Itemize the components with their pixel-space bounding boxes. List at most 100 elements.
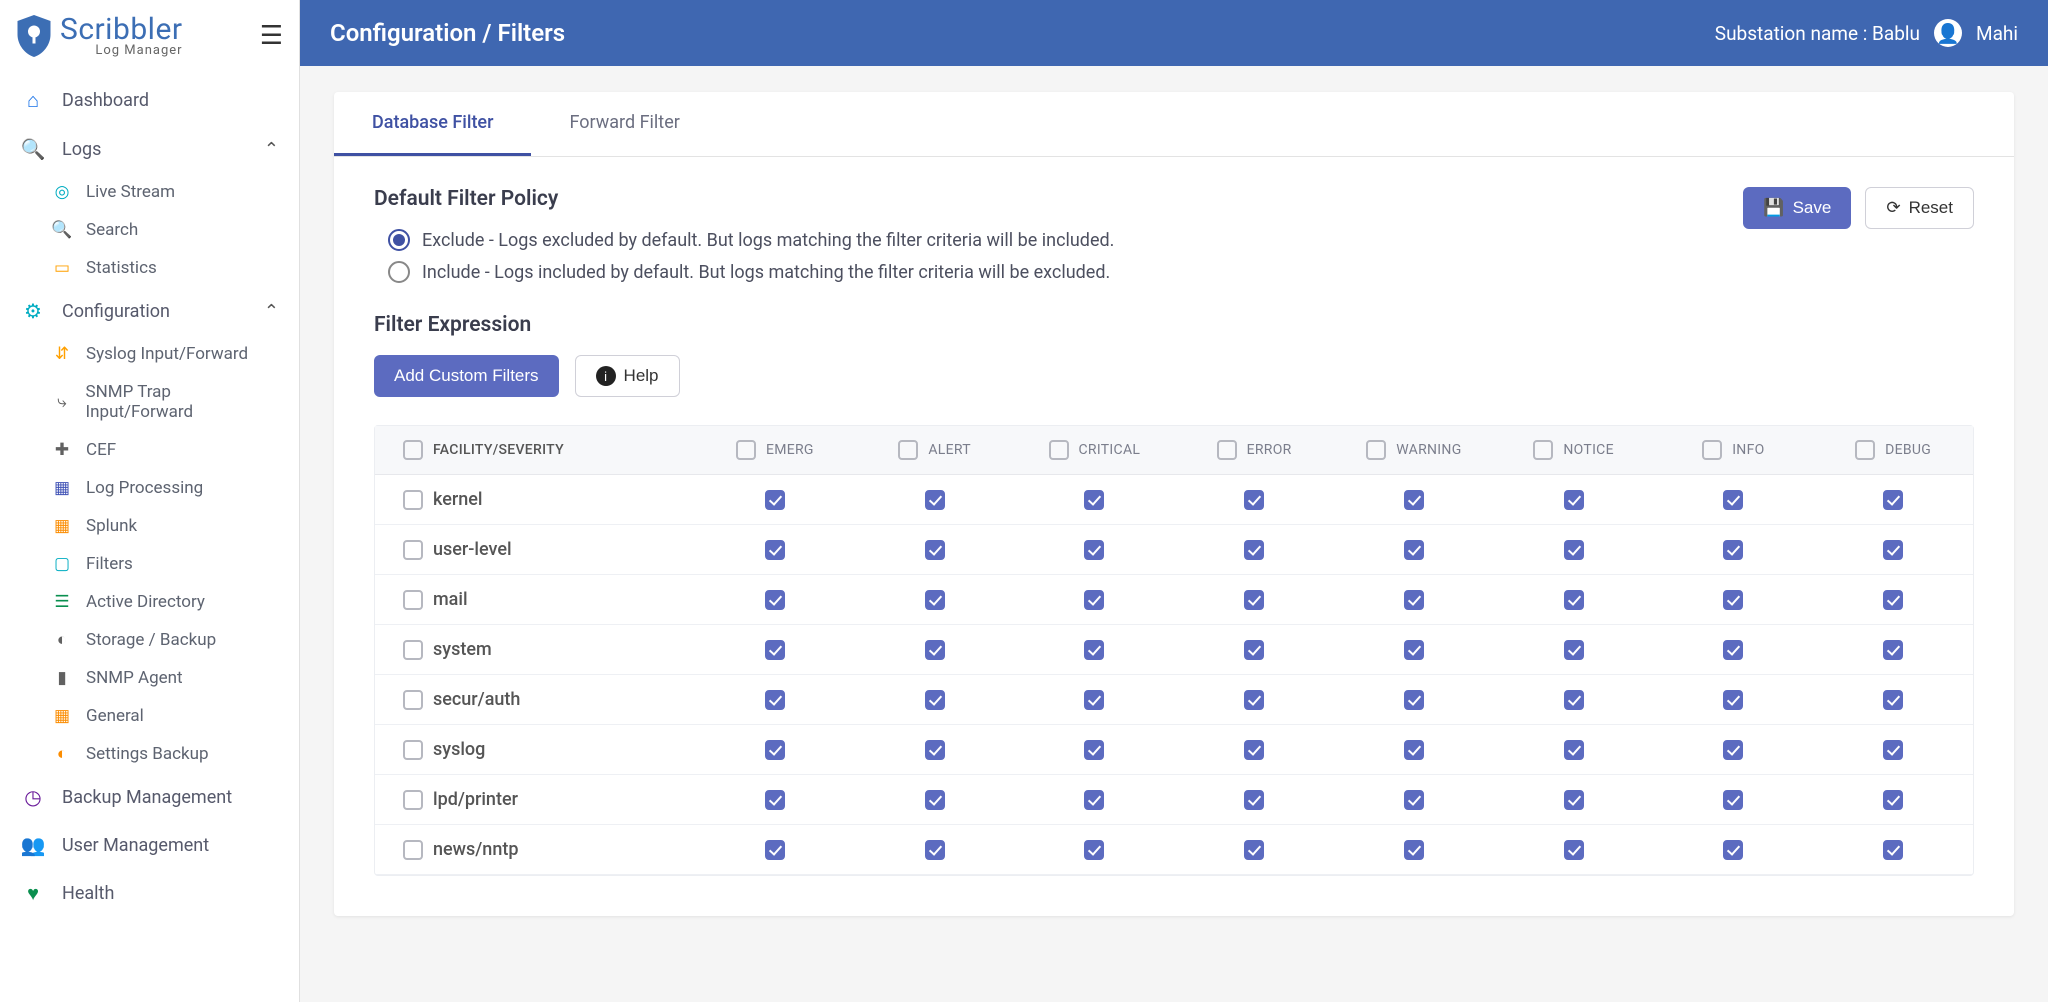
checkbox-secur/auth-alert[interactable] <box>925 690 945 710</box>
checkbox-user-level-alert[interactable] <box>925 540 945 560</box>
checkbox-mail-error[interactable] <box>1244 590 1264 610</box>
checkbox-system-notice[interactable] <box>1564 640 1584 660</box>
policy-radio-1[interactable]: Include - Logs included by default. But … <box>388 261 1743 283</box>
help-button[interactable]: i Help <box>575 355 680 397</box>
checkbox-header-alert[interactable] <box>898 440 918 460</box>
checkbox-syslog-emerg[interactable] <box>765 740 785 760</box>
checkbox-lpd/printer-alert[interactable] <box>925 790 945 810</box>
sidebar-item-user-management[interactable]: 👥 User Management <box>0 821 299 869</box>
checkbox-kernel-emerg[interactable] <box>765 490 785 510</box>
checkbox-user-level-info[interactable] <box>1723 540 1743 560</box>
checkbox-system-info[interactable] <box>1723 640 1743 660</box>
sidebar-item-dashboard[interactable]: ⌂ Dashboard <box>0 76 299 125</box>
checkbox-secur/auth-critical[interactable] <box>1084 690 1104 710</box>
sidebar-item-configuration[interactable]: ⚙ Configuration ⌃ <box>0 287 299 335</box>
checkbox-secur/auth-warning[interactable] <box>1404 690 1424 710</box>
checkbox-kernel-warning[interactable] <box>1404 490 1424 510</box>
checkbox-lpd/printer-debug[interactable] <box>1883 790 1903 810</box>
sidebar-subitem-config[interactable]: ▦ Log Processing <box>10 469 299 507</box>
tab-database-filter[interactable]: Database Filter <box>334 92 531 156</box>
policy-radio-0[interactable]: Exclude - Logs excluded by default. But … <box>388 229 1743 251</box>
sidebar-subitem-config[interactable]: ▢ Filters <box>10 545 299 583</box>
checkbox-mail-alert[interactable] <box>925 590 945 610</box>
checkbox-header-error[interactable] <box>1217 440 1237 460</box>
checkbox-news/nntp-error[interactable] <box>1244 840 1264 860</box>
checkbox-row-syslog[interactable] <box>403 740 423 760</box>
sidebar-subitem-config[interactable]: ⤷ SNMP Trap Input/Forward <box>10 373 299 431</box>
checkbox-header-notice[interactable] <box>1533 440 1553 460</box>
checkbox-mail-emerg[interactable] <box>765 590 785 610</box>
checkbox-user-level-debug[interactable] <box>1883 540 1903 560</box>
checkbox-news/nntp-info[interactable] <box>1723 840 1743 860</box>
checkbox-kernel-notice[interactable] <box>1564 490 1584 510</box>
checkbox-secur/auth-info[interactable] <box>1723 690 1743 710</box>
checkbox-system-error[interactable] <box>1244 640 1264 660</box>
checkbox-mail-warning[interactable] <box>1404 590 1424 610</box>
checkbox-syslog-error[interactable] <box>1244 740 1264 760</box>
checkbox-header-critical[interactable] <box>1049 440 1069 460</box>
checkbox-kernel-info[interactable] <box>1723 490 1743 510</box>
tab-forward-filter[interactable]: Forward Filter <box>531 92 717 156</box>
checkbox-user-level-error[interactable] <box>1244 540 1264 560</box>
checkbox-mail-debug[interactable] <box>1883 590 1903 610</box>
sidebar-subitem-logs[interactable]: ▭ Statistics <box>10 249 299 287</box>
checkbox-syslog-info[interactable] <box>1723 740 1743 760</box>
checkbox-secur/auth-notice[interactable] <box>1564 690 1584 710</box>
checkbox-syslog-debug[interactable] <box>1883 740 1903 760</box>
checkbox-user-level-critical[interactable] <box>1084 540 1104 560</box>
sidebar-subitem-config[interactable]: ▮ SNMP Agent <box>10 659 299 697</box>
checkbox-system-debug[interactable] <box>1883 640 1903 660</box>
checkbox-syslog-alert[interactable] <box>925 740 945 760</box>
checkbox-header-emerg[interactable] <box>736 440 756 460</box>
checkbox-kernel-critical[interactable] <box>1084 490 1104 510</box>
checkbox-lpd/printer-info[interactable] <box>1723 790 1743 810</box>
checkbox-header-debug[interactable] <box>1855 440 1875 460</box>
checkbox-news/nntp-emerg[interactable] <box>765 840 785 860</box>
sidebar-subitem-logs[interactable]: ◎ Live Stream <box>10 173 299 211</box>
checkbox-user-level-warning[interactable] <box>1404 540 1424 560</box>
checkbox-row-mail[interactable] <box>403 590 423 610</box>
add-custom-filters-button[interactable]: Add Custom Filters <box>374 355 559 397</box>
sidebar-subitem-config[interactable]: ⇵ Syslog Input/Forward <box>10 335 299 373</box>
checkbox-all[interactable] <box>403 440 423 460</box>
checkbox-system-critical[interactable] <box>1084 640 1104 660</box>
save-button[interactable]: 💾 Save <box>1743 187 1851 229</box>
sidebar-subitem-config[interactable]: ◐ Storage / Backup <box>10 621 299 659</box>
checkbox-lpd/printer-critical[interactable] <box>1084 790 1104 810</box>
checkbox-row-lpd/printer[interactable] <box>403 790 423 810</box>
sidebar-subitem-config[interactable]: ▦ General <box>10 697 299 735</box>
checkbox-lpd/printer-warning[interactable] <box>1404 790 1424 810</box>
checkbox-secur/auth-error[interactable] <box>1244 690 1264 710</box>
checkbox-kernel-error[interactable] <box>1244 490 1264 510</box>
checkbox-secur/auth-emerg[interactable] <box>765 690 785 710</box>
checkbox-news/nntp-critical[interactable] <box>1084 840 1104 860</box>
checkbox-row-news/nntp[interactable] <box>403 840 423 860</box>
checkbox-kernel-debug[interactable] <box>1883 490 1903 510</box>
checkbox-header-warning[interactable] <box>1366 440 1386 460</box>
checkbox-row-user-level[interactable] <box>403 540 423 560</box>
checkbox-syslog-notice[interactable] <box>1564 740 1584 760</box>
menu-toggle-icon[interactable]: ☰ <box>260 21 283 51</box>
checkbox-lpd/printer-notice[interactable] <box>1564 790 1584 810</box>
checkbox-user-level-emerg[interactable] <box>765 540 785 560</box>
checkbox-row-secur/auth[interactable] <box>403 690 423 710</box>
checkbox-news/nntp-alert[interactable] <box>925 840 945 860</box>
avatar-icon[interactable]: 👤 <box>1934 19 1962 47</box>
sidebar-item-health[interactable]: ♥ Health <box>0 869 299 918</box>
sidebar-subitem-config[interactable]: ◐ Settings Backup <box>10 735 299 773</box>
sidebar-subitem-logs[interactable]: 🔍 Search <box>10 211 299 249</box>
sidebar-item-logs[interactable]: 🔍 Logs ⌃ <box>0 125 299 173</box>
checkbox-mail-notice[interactable] <box>1564 590 1584 610</box>
checkbox-lpd/printer-error[interactable] <box>1244 790 1264 810</box>
sidebar-subitem-config[interactable]: ☰ Active Directory <box>10 583 299 621</box>
sidebar-subitem-config[interactable]: ✚ CEF <box>10 431 299 469</box>
checkbox-user-level-notice[interactable] <box>1564 540 1584 560</box>
checkbox-header-info[interactable] <box>1702 440 1722 460</box>
checkbox-syslog-warning[interactable] <box>1404 740 1424 760</box>
checkbox-news/nntp-warning[interactable] <box>1404 840 1424 860</box>
checkbox-news/nntp-debug[interactable] <box>1883 840 1903 860</box>
checkbox-system-warning[interactable] <box>1404 640 1424 660</box>
checkbox-system-alert[interactable] <box>925 640 945 660</box>
checkbox-row-system[interactable] <box>403 640 423 660</box>
checkbox-news/nntp-notice[interactable] <box>1564 840 1584 860</box>
